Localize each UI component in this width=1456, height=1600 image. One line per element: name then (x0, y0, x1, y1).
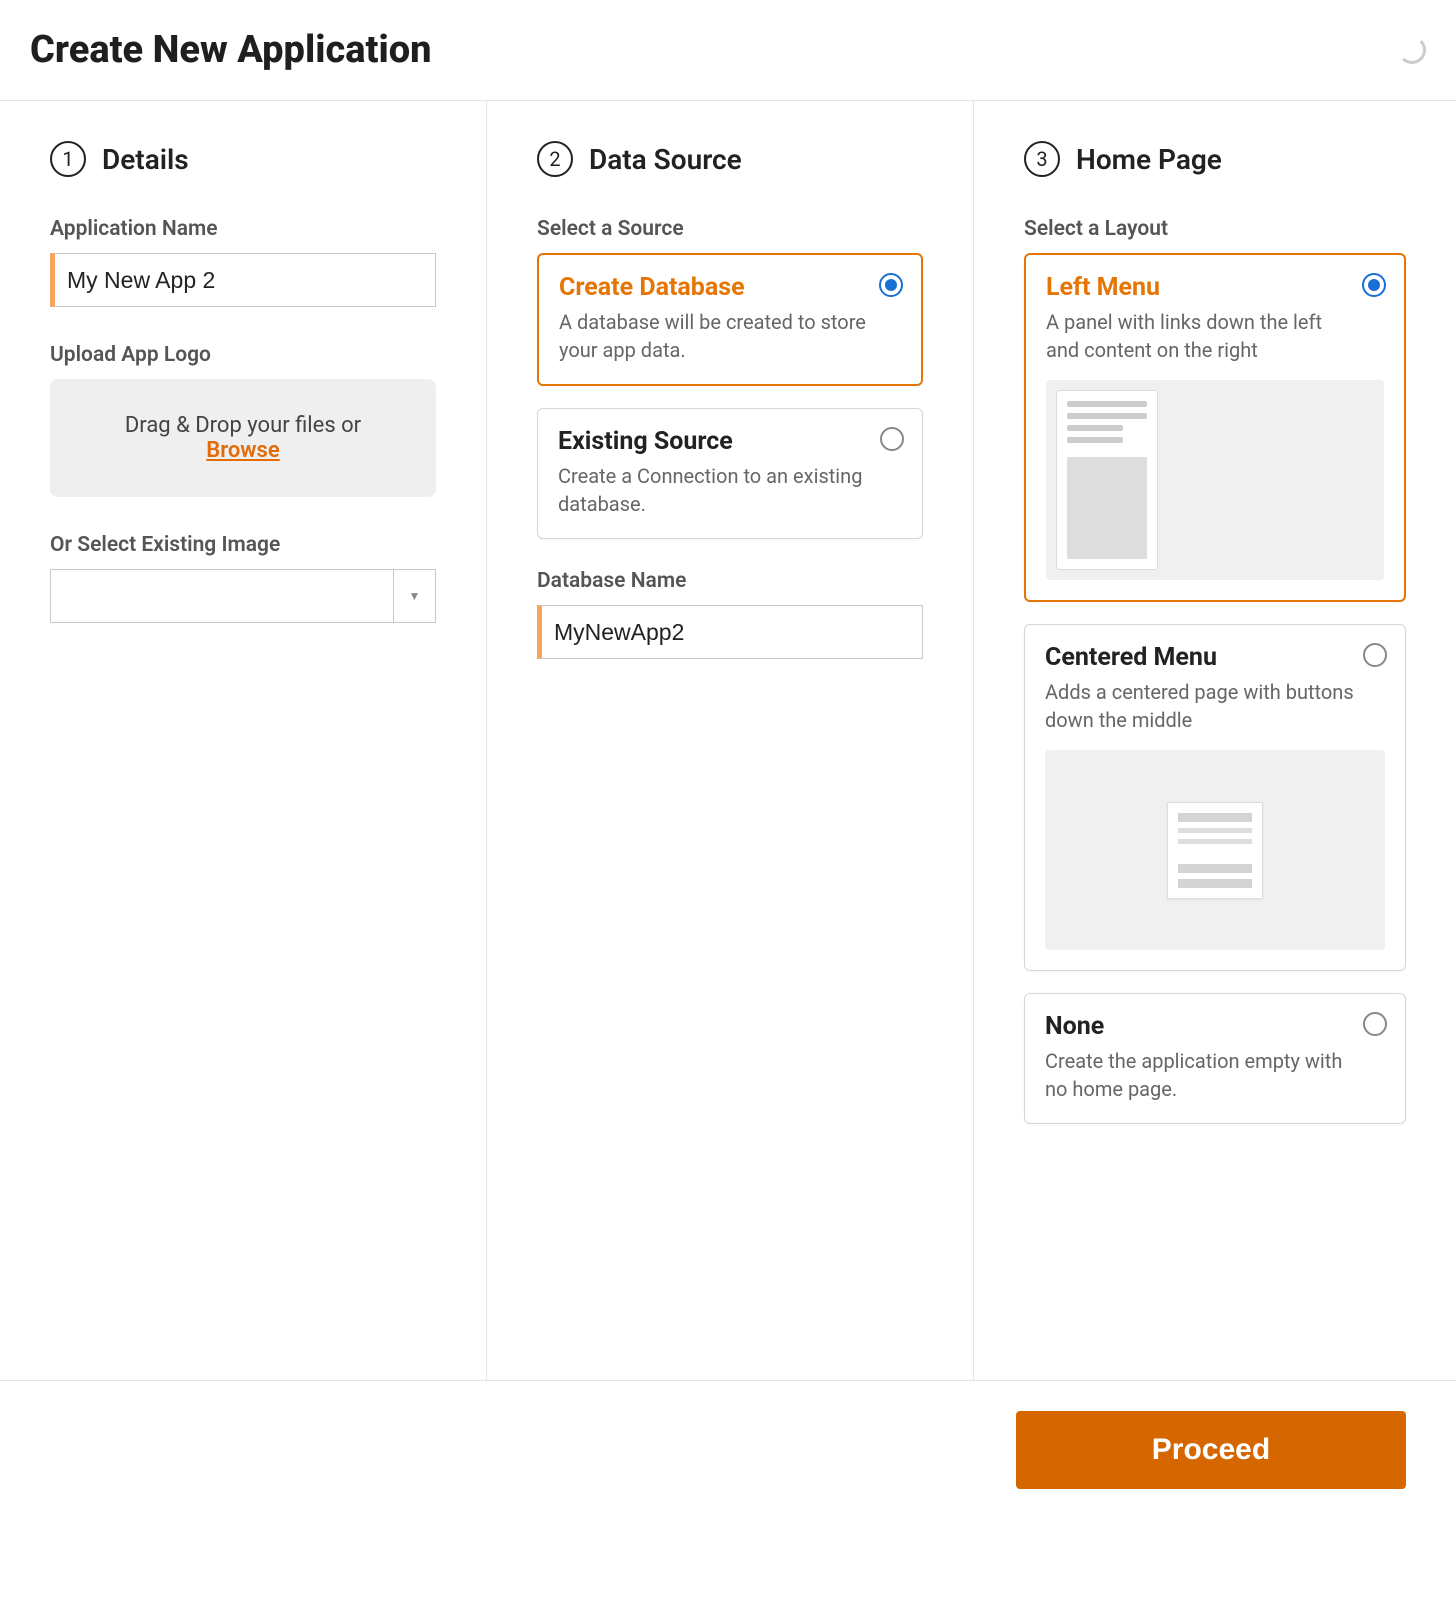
option-desc: Create a Connection to an existing datab… (558, 462, 902, 518)
database-name-input[interactable] (537, 605, 923, 659)
select-layout-label: Select a Layout (1024, 217, 1406, 241)
step-number-2: 2 (537, 141, 573, 177)
layout-preview-left (1046, 380, 1384, 580)
option-desc: Create the application empty with no hom… (1045, 1047, 1385, 1103)
layout-option-left-menu[interactable]: Left Menu A panel with links down the le… (1024, 253, 1406, 602)
loading-spinner-icon (1398, 36, 1426, 64)
step-title-details: Details (102, 143, 189, 176)
details-column: 1 Details Application Name Upload App Lo… (0, 101, 487, 1380)
radio-icon[interactable] (879, 273, 903, 297)
step-number-1: 1 (50, 141, 86, 177)
radio-icon[interactable] (1362, 273, 1386, 297)
existing-image-select[interactable]: ▼ (50, 569, 436, 623)
proceed-button[interactable]: Proceed (1016, 1411, 1406, 1489)
upload-dropzone[interactable]: Drag & Drop your files or Browse (50, 379, 436, 497)
option-desc: A panel with links down the left and con… (1046, 308, 1384, 364)
step-number-3: 3 (1024, 141, 1060, 177)
homepage-column: 3 Home Page Select a Layout Left Menu A … (974, 101, 1456, 1380)
upload-text: Drag & Drop your files or (125, 413, 361, 438)
datasource-column: 2 Data Source Select a Source Create Dat… (487, 101, 974, 1380)
option-title: Create Database (559, 273, 901, 302)
application-name-label: Application Name (50, 217, 436, 241)
proceed-label: Proceed (1152, 1433, 1270, 1466)
browse-link[interactable]: Browse (206, 438, 279, 463)
source-option-create-database[interactable]: Create Database A database will be creat… (537, 253, 923, 386)
select-source-label: Select a Source (537, 217, 923, 241)
step-title-datasource: Data Source (589, 143, 742, 176)
option-desc: Adds a centered page with buttons down t… (1045, 678, 1385, 734)
layout-option-centered-menu[interactable]: Centered Menu Adds a centered page with … (1024, 624, 1406, 971)
page-title: Create New Application (30, 28, 432, 72)
step-title-homepage: Home Page (1076, 143, 1222, 176)
radio-icon[interactable] (1363, 643, 1387, 667)
option-title: Left Menu (1046, 273, 1384, 302)
upload-logo-label: Upload App Logo (50, 343, 436, 367)
radio-icon[interactable] (1363, 1012, 1387, 1036)
option-title: None (1045, 1012, 1385, 1041)
application-name-input[interactable] (50, 253, 436, 307)
layout-preview-center (1045, 750, 1385, 950)
source-option-existing-source[interactable]: Existing Source Create a Connection to a… (537, 408, 923, 539)
database-name-label: Database Name (537, 569, 923, 593)
radio-icon[interactable] (880, 427, 904, 451)
option-desc: A database will be created to store your… (559, 308, 901, 364)
option-title: Centered Menu (1045, 643, 1385, 672)
option-title: Existing Source (558, 427, 902, 456)
existing-image-label: Or Select Existing Image (50, 533, 436, 557)
chevron-down-icon[interactable]: ▼ (393, 570, 435, 622)
layout-option-none[interactable]: None Create the application empty with n… (1024, 993, 1406, 1124)
